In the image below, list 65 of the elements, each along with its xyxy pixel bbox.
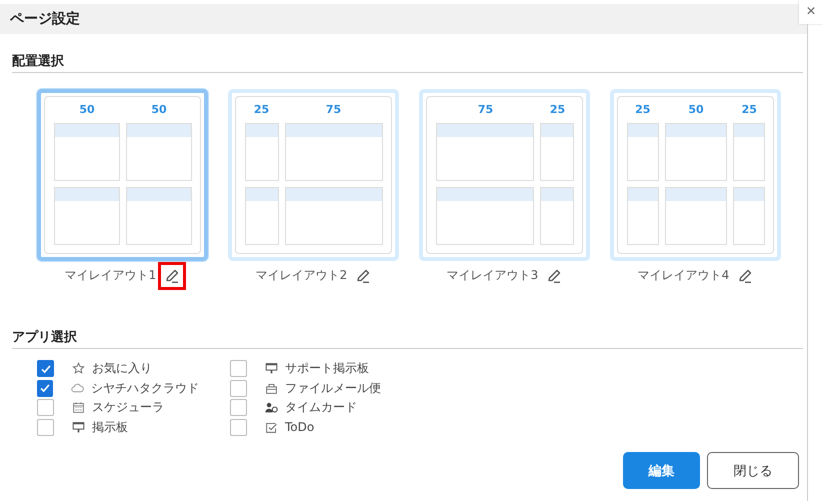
checkbox[interactable] bbox=[230, 380, 247, 397]
panel-drawing bbox=[665, 187, 727, 245]
layout-card[interactable]: 50 50 bbox=[37, 89, 208, 261]
panel-drawing bbox=[245, 187, 279, 245]
panel-drawing bbox=[733, 123, 765, 181]
column-width-label: 75 bbox=[476, 103, 494, 117]
checkbox[interactable] bbox=[37, 360, 54, 378]
cloud-icon bbox=[71, 382, 84, 395]
edit-icon[interactable] bbox=[164, 268, 180, 284]
app-label: スケジューラ bbox=[92, 399, 164, 416]
column-width-label: 50 bbox=[687, 103, 705, 117]
panel-drawing bbox=[54, 123, 120, 181]
checklist-icon bbox=[265, 420, 278, 434]
star-icon bbox=[72, 362, 85, 376]
app-label: ToDo bbox=[285, 420, 314, 434]
panel-drawing bbox=[733, 187, 765, 245]
parcel-icon bbox=[265, 382, 278, 395]
panel-drawing bbox=[540, 123, 574, 181]
checkbox[interactable] bbox=[37, 418, 54, 436]
edit-icon[interactable] bbox=[355, 268, 372, 284]
column-width-label: 25 bbox=[548, 103, 566, 117]
close-button[interactable]: 閉じる bbox=[707, 452, 799, 489]
layout-name: マイレイアウト2 bbox=[256, 267, 348, 284]
layout-card[interactable]: 25 50 25 bbox=[610, 89, 781, 261]
panel-drawing bbox=[126, 123, 192, 181]
panel-drawing bbox=[126, 187, 192, 245]
layout-name: マイレイアウト1 bbox=[64, 267, 156, 284]
app-label: お気に入り bbox=[92, 360, 152, 378]
panel-drawing bbox=[54, 187, 120, 245]
close-button[interactable]: × bbox=[799, 0, 823, 24]
checkbox[interactable] bbox=[37, 399, 54, 416]
checkbox[interactable] bbox=[37, 380, 53, 397]
edit-icon[interactable] bbox=[737, 268, 754, 284]
column-width-label: 50 bbox=[150, 103, 168, 117]
panel-drawing bbox=[540, 187, 574, 245]
board-icon bbox=[265, 362, 278, 376]
app-label: シヤチハタクラウド bbox=[91, 380, 199, 397]
app-label: サポート掲示板 bbox=[285, 360, 369, 378]
people-icon bbox=[265, 401, 278, 414]
layout-name: マイレイアウト4 bbox=[638, 267, 730, 284]
edit-icon[interactable] bbox=[546, 268, 562, 284]
checkbox[interactable] bbox=[230, 360, 247, 378]
calendar-icon bbox=[72, 401, 85, 414]
column-width-label: 25 bbox=[634, 103, 652, 117]
app-label: ファイルメール便 bbox=[285, 380, 381, 397]
app-label: タイムカード bbox=[285, 399, 357, 416]
checkbox[interactable] bbox=[230, 399, 247, 416]
section-heading: アプリ選択 bbox=[12, 330, 77, 345]
checkbox[interactable] bbox=[230, 418, 247, 436]
panel-drawing bbox=[665, 123, 727, 181]
board-icon bbox=[72, 420, 85, 434]
edit-button[interactable]: 編集 bbox=[623, 452, 700, 489]
column-width-label: 50 bbox=[78, 103, 96, 117]
app-label: 掲示板 bbox=[92, 418, 128, 436]
section-heading: 配置選択 bbox=[12, 54, 64, 69]
column-width-label: 75 bbox=[324, 103, 342, 117]
column-width-label: 25 bbox=[740, 103, 758, 117]
layout-name: マイレイアウト3 bbox=[446, 267, 538, 284]
panel-drawing bbox=[245, 123, 279, 181]
dialog-title: ページ設定 bbox=[10, 10, 80, 28]
panel-drawing bbox=[627, 123, 659, 181]
layout-card[interactable]: 25 75 bbox=[228, 89, 399, 261]
panel-drawing bbox=[627, 187, 659, 245]
layout-card[interactable]: 75 25 bbox=[419, 89, 590, 261]
column-width-label: 25 bbox=[252, 103, 270, 117]
